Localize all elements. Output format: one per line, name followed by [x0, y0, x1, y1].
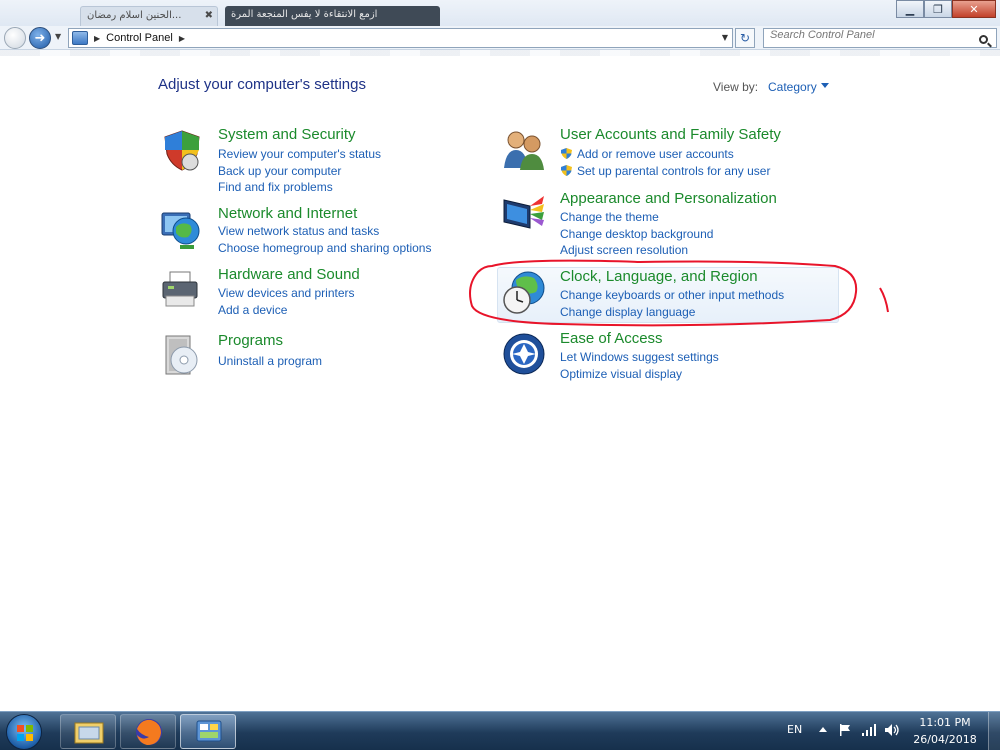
search-input[interactable]: Search Control Panel	[763, 28, 997, 48]
tab-close-icon[interactable]: ✖	[205, 10, 213, 21]
action-center-flag-icon[interactable]	[838, 723, 852, 737]
back-button[interactable]	[4, 27, 26, 49]
taskbar-explorer[interactable]	[60, 714, 116, 749]
refresh-button[interactable]: ↻	[735, 28, 755, 48]
tab-1-title: الحنين اسلام رمضان...	[87, 10, 182, 21]
category-link[interactable]: Optimize visual display	[560, 367, 682, 381]
category-link[interactable]: Back up your computer	[218, 164, 341, 178]
control-panel-content: Adjust your computer's settings View by:…	[0, 56, 1000, 711]
folder-icon	[74, 722, 104, 744]
category-link[interactable]: Add or remove user accounts	[577, 147, 734, 161]
close-icon: ✕	[969, 2, 979, 16]
monitor-paint-icon	[503, 196, 544, 229]
printer-icon	[162, 271, 198, 307]
minimize-icon: ▁	[905, 2, 915, 16]
programs-disc-icon	[165, 335, 198, 375]
taskbar-control-panel[interactable]	[180, 714, 236, 749]
category-link[interactable]: Change desktop background	[560, 227, 713, 241]
category-link[interactable]: Change display language	[560, 305, 695, 319]
category-title[interactable]: Clock, Language, and Region	[560, 268, 758, 285]
category-link[interactable]: View network status and tasks	[218, 224, 379, 238]
volume-icon[interactable]	[884, 723, 900, 737]
taskbar-firefox[interactable]	[120, 714, 176, 749]
category-title[interactable]: User Accounts and Family Safety	[560, 126, 781, 143]
browser-tab-1[interactable]: الحنين اسلام رمضان... ✖	[80, 6, 218, 26]
red-annotation	[469, 259, 889, 327]
recent-pages-dropdown-icon[interactable]: ▼	[55, 32, 61, 41]
category-link[interactable]: Let Windows suggest settings	[560, 350, 719, 364]
breadcrumb-arrow-icon[interactable]: ▶	[179, 34, 185, 43]
language-indicator[interactable]: EN	[787, 723, 802, 736]
address-dropdown-icon[interactable]: ▼	[722, 33, 728, 42]
breadcrumb-control-panel[interactable]: Control Panel	[106, 32, 173, 44]
chevron-down-icon[interactable]	[821, 83, 829, 88]
shield-icon	[164, 130, 200, 171]
view-by-dropdown[interactable]: Category	[768, 80, 817, 94]
search-icon[interactable]	[979, 35, 988, 44]
category-link[interactable]: Adjust screen resolution	[560, 243, 688, 257]
uac-shield-icon	[561, 165, 572, 176]
category-link[interactable]: Change the theme	[560, 210, 659, 224]
uac-shield-icon	[561, 148, 572, 159]
address-bar[interactable]: ▶ Control Panel ▶ ▼	[68, 28, 733, 48]
refresh-icon: ↻	[739, 31, 751, 45]
show-hidden-icons-icon[interactable]	[819, 727, 827, 732]
maximize-button[interactable]: ❐	[924, 0, 952, 18]
window-controls: ▁ ❐ ✕	[896, 0, 996, 18]
network-globe-icon	[161, 212, 200, 249]
clock-globe-icon	[503, 271, 545, 314]
show-desktop-button[interactable]	[988, 712, 1000, 750]
category-link[interactable]: Choose homegroup and sharing options	[218, 241, 431, 255]
category-link[interactable]: Find and fix problems	[218, 180, 333, 194]
browser-tab-2[interactable]: ازمع الانتقاءة لا يفس المنجعة المرة	[225, 6, 440, 26]
tab-2-title: ازمع الانتقاءة لا يفس المنجعة المرة	[231, 9, 378, 20]
clock-date[interactable]: 26/04/2018	[905, 733, 985, 746]
firefox-icon	[136, 719, 162, 745]
category-title[interactable]: System and Security	[218, 126, 356, 143]
control-panel-icon	[196, 720, 222, 742]
category-title[interactable]: Hardware and Sound	[218, 266, 360, 283]
forward-button[interactable]: ➜	[29, 27, 51, 49]
search-placeholder: Search Control Panel	[770, 29, 875, 41]
category-link[interactable]: Set up parental controls for any user	[577, 164, 770, 178]
category-link[interactable]: Add a device	[218, 303, 287, 317]
window-titlebar: الحنين اسلام رمضان... ✖ ازمع الانتقاءة ل…	[0, 0, 1000, 26]
breadcrumb-arrow-icon[interactable]: ▶	[94, 34, 100, 43]
control-panel-icon	[72, 31, 88, 45]
view-by-label: View by:	[713, 80, 759, 94]
category-link[interactable]: Uninstall a program	[218, 354, 322, 368]
page-title: Adjust your computer's settings	[158, 76, 366, 93]
category-link[interactable]: Change keyboards or other input methods	[560, 288, 784, 302]
category-title[interactable]: Ease of Access	[560, 330, 663, 347]
taskbar: EN 11:01 PM 26/04/2018	[0, 711, 1000, 750]
close-button[interactable]: ✕	[952, 0, 996, 18]
ease-of-access-icon	[503, 333, 545, 375]
users-icon	[504, 131, 544, 170]
category-link[interactable]: View devices and printers	[218, 286, 355, 300]
category-title[interactable]: Network and Internet	[218, 205, 357, 222]
start-button[interactable]	[6, 714, 42, 750]
network-signal-icon[interactable]	[861, 723, 877, 737]
navigation-bar: ➜ ▼ ▶ Control Panel ▶ ▼ ↻ Search Control…	[0, 26, 1000, 50]
restore-icon: ❐	[933, 2, 943, 16]
clock-time[interactable]: 11:01 PM	[905, 716, 985, 729]
windows-logo-icon	[17, 725, 33, 741]
category-title[interactable]: Programs	[218, 332, 283, 349]
forward-arrow-icon: ➜	[34, 30, 46, 46]
category-title[interactable]: Appearance and Personalization	[560, 190, 777, 207]
minimize-button[interactable]: ▁	[896, 0, 924, 18]
category-link[interactable]: Review your computer's status	[218, 147, 381, 161]
